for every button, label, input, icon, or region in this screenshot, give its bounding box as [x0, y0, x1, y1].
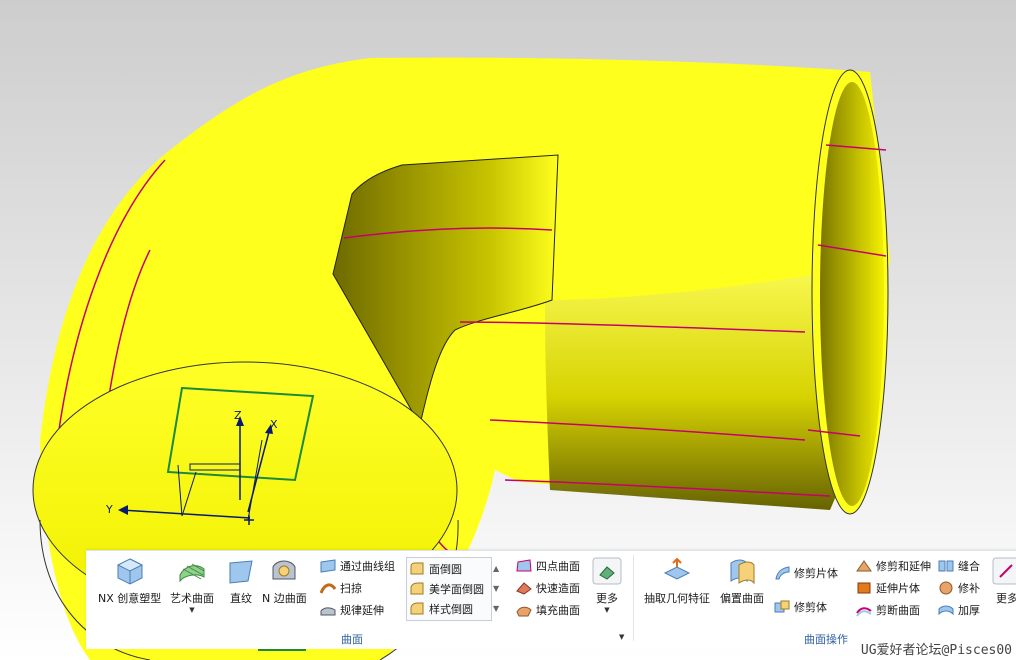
law-extension-button[interactable]: 规律延伸 — [320, 600, 384, 620]
fill-surface-icon — [516, 606, 532, 617]
surface-group-dropdown-icon[interactable]: ▼ — [619, 633, 624, 641]
four-point-surface-button[interactable]: 四点曲面 — [516, 556, 580, 576]
swept-button[interactable]: 扫掠 — [320, 578, 362, 598]
surface-ops-more-label: 更多 — [996, 592, 1016, 605]
extend-sheet-icon — [857, 582, 871, 594]
axis-label-x: X — [270, 418, 278, 431]
blend-gallery-scroll[interactable]: ▲ ▼ ▼ — [493, 559, 499, 619]
surface-more-button[interactable]: 更多 ▼ — [592, 557, 622, 614]
patch-icon — [939, 581, 953, 595]
styled-blend-label: 样式倒圆 — [429, 603, 473, 616]
studio-surface-label: 艺术曲面 — [170, 592, 214, 605]
thicken-button[interactable]: 加厚 — [938, 600, 980, 620]
face-blend-icon — [410, 562, 424, 575]
trim-sheet-label: 修剪片体 — [794, 567, 838, 580]
fill-surface-button[interactable]: 填充曲面 — [516, 600, 580, 620]
swept-label: 扫掠 — [340, 582, 362, 595]
styled-blend-icon — [410, 602, 424, 615]
extract-geometry-label: 抽取几何特征 — [644, 592, 710, 605]
styled-blend-button[interactable]: 样式倒圆 — [409, 599, 473, 619]
studio-surface-icon — [179, 563, 205, 583]
thicken-icon — [938, 605, 954, 616]
trim-sheet-icon — [775, 566, 790, 580]
sew-icon — [938, 560, 954, 572]
group-title-surface: 曲面 — [341, 633, 363, 646]
through-curve-mesh-button[interactable]: 通过曲线组 — [320, 556, 395, 576]
offset-surface-button[interactable]: 偏置曲面 — [720, 557, 764, 606]
aesthetic-face-blend-icon — [410, 582, 424, 595]
studio-surface-button[interactable]: 艺术曲面 ▼ — [170, 557, 214, 614]
swept-icon — [320, 583, 336, 594]
divide-face-label: 剪断曲面 — [876, 604, 920, 617]
nx-realize-shape-label: NX 创意塑型 — [98, 592, 162, 605]
group-title-surface-ops: 曲面操作 — [804, 633, 848, 646]
trim-extend-button[interactable]: 修剪和延伸 — [856, 556, 931, 576]
ruled-icon — [229, 560, 253, 584]
rapid-surfacing-button[interactable]: 快速造面 — [516, 578, 580, 598]
axis-label-z: Z — [234, 409, 242, 422]
extend-sheet-label: 延伸片体 — [876, 582, 920, 595]
extend-sheet-button[interactable]: 延伸片体 — [856, 578, 920, 598]
four-point-surface-icon — [516, 559, 532, 572]
patch-label: 修补 — [958, 582, 980, 595]
trim-extend-icon — [856, 560, 872, 572]
fill-surface-label: 填充曲面 — [536, 604, 580, 617]
surface-more-label: 更多 — [596, 592, 618, 605]
extract-geometry-icon — [663, 557, 691, 580]
blend-gallery: 面倒圆 美学面倒圆 样式倒圆 — [406, 557, 492, 621]
aesthetic-face-blend-button[interactable]: 美学面倒圆 — [409, 579, 484, 599]
offset-surface-icon — [730, 559, 755, 585]
n-sided-surface-label: N 边曲面 — [262, 592, 307, 605]
extract-geometry-button[interactable]: 抽取几何特征 — [644, 557, 710, 606]
thicken-label: 加厚 — [958, 604, 980, 617]
law-extension-icon — [320, 607, 336, 616]
law-extension-label: 规律延伸 — [340, 604, 384, 617]
divide-face-button[interactable]: 剪断曲面 — [856, 600, 920, 620]
trim-body-button[interactable]: 修剪体 — [774, 597, 827, 617]
more-gallery-icon — [992, 557, 1016, 585]
watermark: UG爱好者论坛@Pisces00 — [858, 639, 1014, 658]
trim-body-label: 修剪体 — [794, 601, 827, 614]
rapid-surfacing-icon — [516, 582, 532, 595]
face-blend-label: 面倒圆 — [429, 563, 462, 576]
n-sided-surface-icon — [272, 560, 296, 580]
through-curve-mesh-label: 通过曲线组 — [340, 560, 395, 573]
sew-label: 缝合 — [958, 560, 980, 573]
four-point-surface-label: 四点曲面 — [536, 560, 580, 573]
divide-face-icon — [856, 607, 872, 617]
trim-extend-label: 修剪和延伸 — [876, 560, 931, 573]
group-separator — [633, 555, 634, 641]
ribbon-toolbar: NX 创意塑型 艺术曲面 ▼ 直纹 N 边曲面 通过曲线组 扫掠 规律延伸 面倒… — [86, 550, 1016, 649]
nx-realize-shape-icon — [116, 558, 143, 585]
offset-surface-label: 偏置曲面 — [720, 592, 764, 605]
sew-button[interactable]: 缝合 — [938, 556, 980, 576]
through-curve-mesh-icon — [320, 559, 336, 573]
rapid-surfacing-label: 快速造面 — [536, 582, 580, 595]
ruled-label: 直纹 — [230, 592, 252, 605]
nx-realize-shape-button[interactable]: NX 创意塑型 — [98, 557, 161, 606]
studio-surface-dropdown-icon[interactable]: ▼ — [189, 606, 194, 614]
surface-more-dropdown-icon[interactable]: ▼ — [604, 606, 609, 614]
ruled-button[interactable]: 直纹 — [226, 557, 256, 606]
aesthetic-face-blend-label: 美学面倒圆 — [429, 583, 484, 596]
face-blend-button[interactable]: 面倒圆 — [409, 559, 462, 579]
axis-label-y: Y — [105, 503, 113, 516]
surface-ops-more-button[interactable]: 更多 — [992, 557, 1016, 606]
patch-button[interactable]: 修补 — [938, 578, 980, 598]
trim-body-icon — [774, 600, 790, 613]
n-sided-surface-button[interactable]: N 边曲面 — [262, 557, 307, 606]
trim-sheet-button[interactable]: 修剪片体 — [774, 563, 838, 583]
more-gallery-icon — [592, 557, 622, 585]
